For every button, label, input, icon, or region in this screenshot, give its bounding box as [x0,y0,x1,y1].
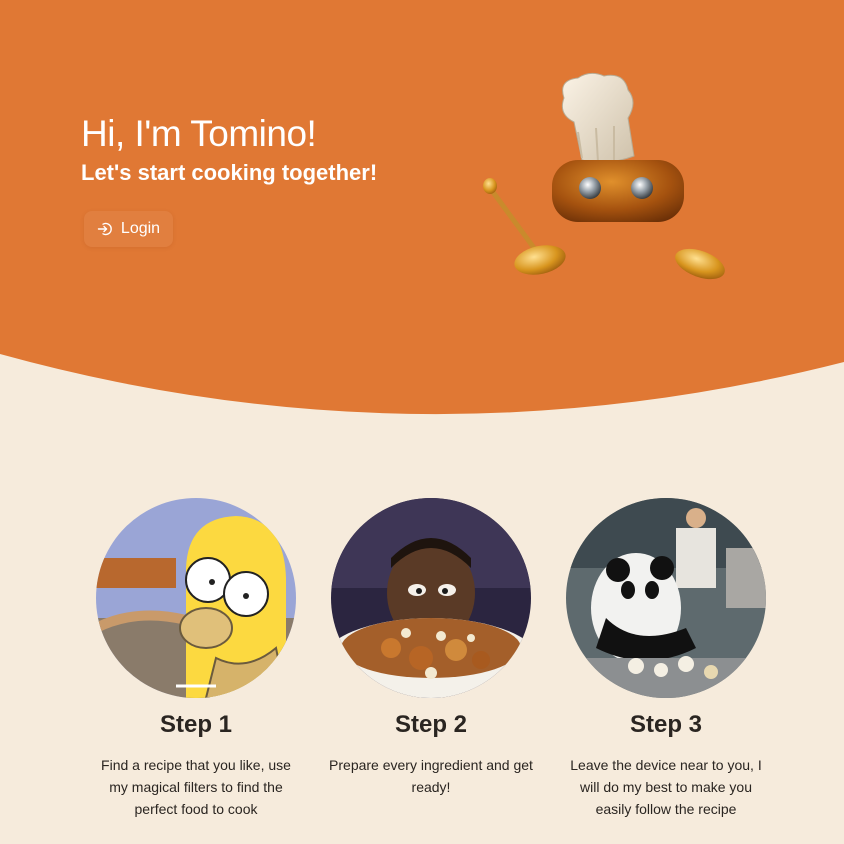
landing-page: Hi, I'm Tomino! Let's start cooking toge… [0,0,844,844]
step-2-image [331,498,531,698]
hero-title: Hi, I'm Tomino! [81,113,317,154]
step-card-2: Step 2 Prepare every ingredient and get … [311,498,551,798]
login-icon [97,221,113,237]
step-1-image [96,498,296,698]
chef-robot-mascot [483,72,725,280]
step-1-description: Find a recipe that you like, use my magi… [101,757,291,817]
step-2-title: Step 2 [394,711,468,738]
hero-subtitle: Let's start cooking together! [81,160,378,185]
step-3-title: Step 3 [629,711,703,738]
step-3-description: Leave the device near to you, I will do … [570,757,762,817]
login-button[interactable]: Login [84,211,173,247]
step-card-3: Step 3 Leave the device near to you, I w… [546,498,786,820]
step-3-image [566,498,766,698]
login-label: Login [120,220,161,237]
step-2-description: Prepare every ingredient and get ready! [329,757,533,795]
step-1-title: Step 1 [159,711,233,738]
step-card-1: Step 1 Find a recipe that you like, use … [76,498,316,820]
